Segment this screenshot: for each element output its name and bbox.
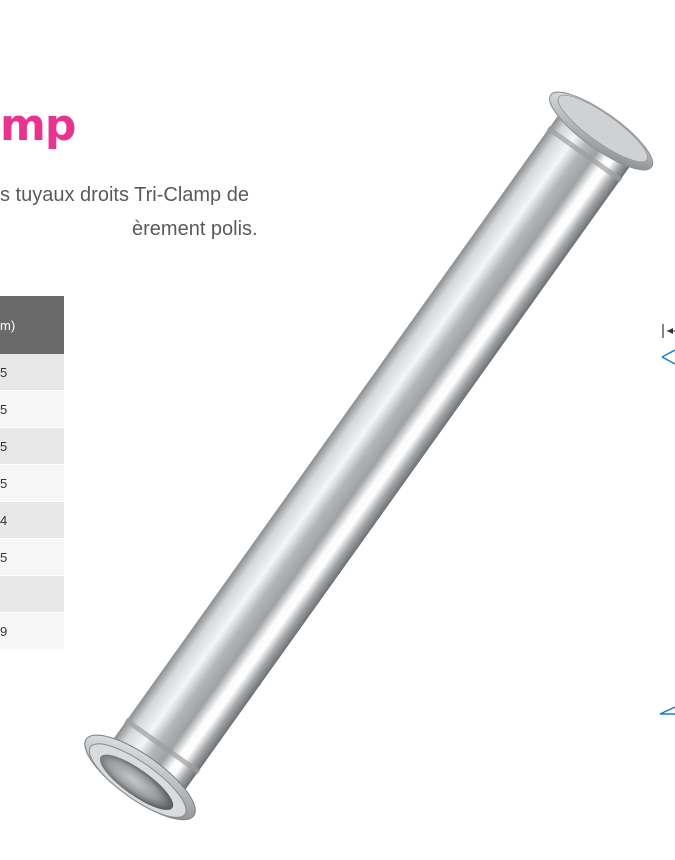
tri-clamp-pipe-image (84, 91, 654, 821)
